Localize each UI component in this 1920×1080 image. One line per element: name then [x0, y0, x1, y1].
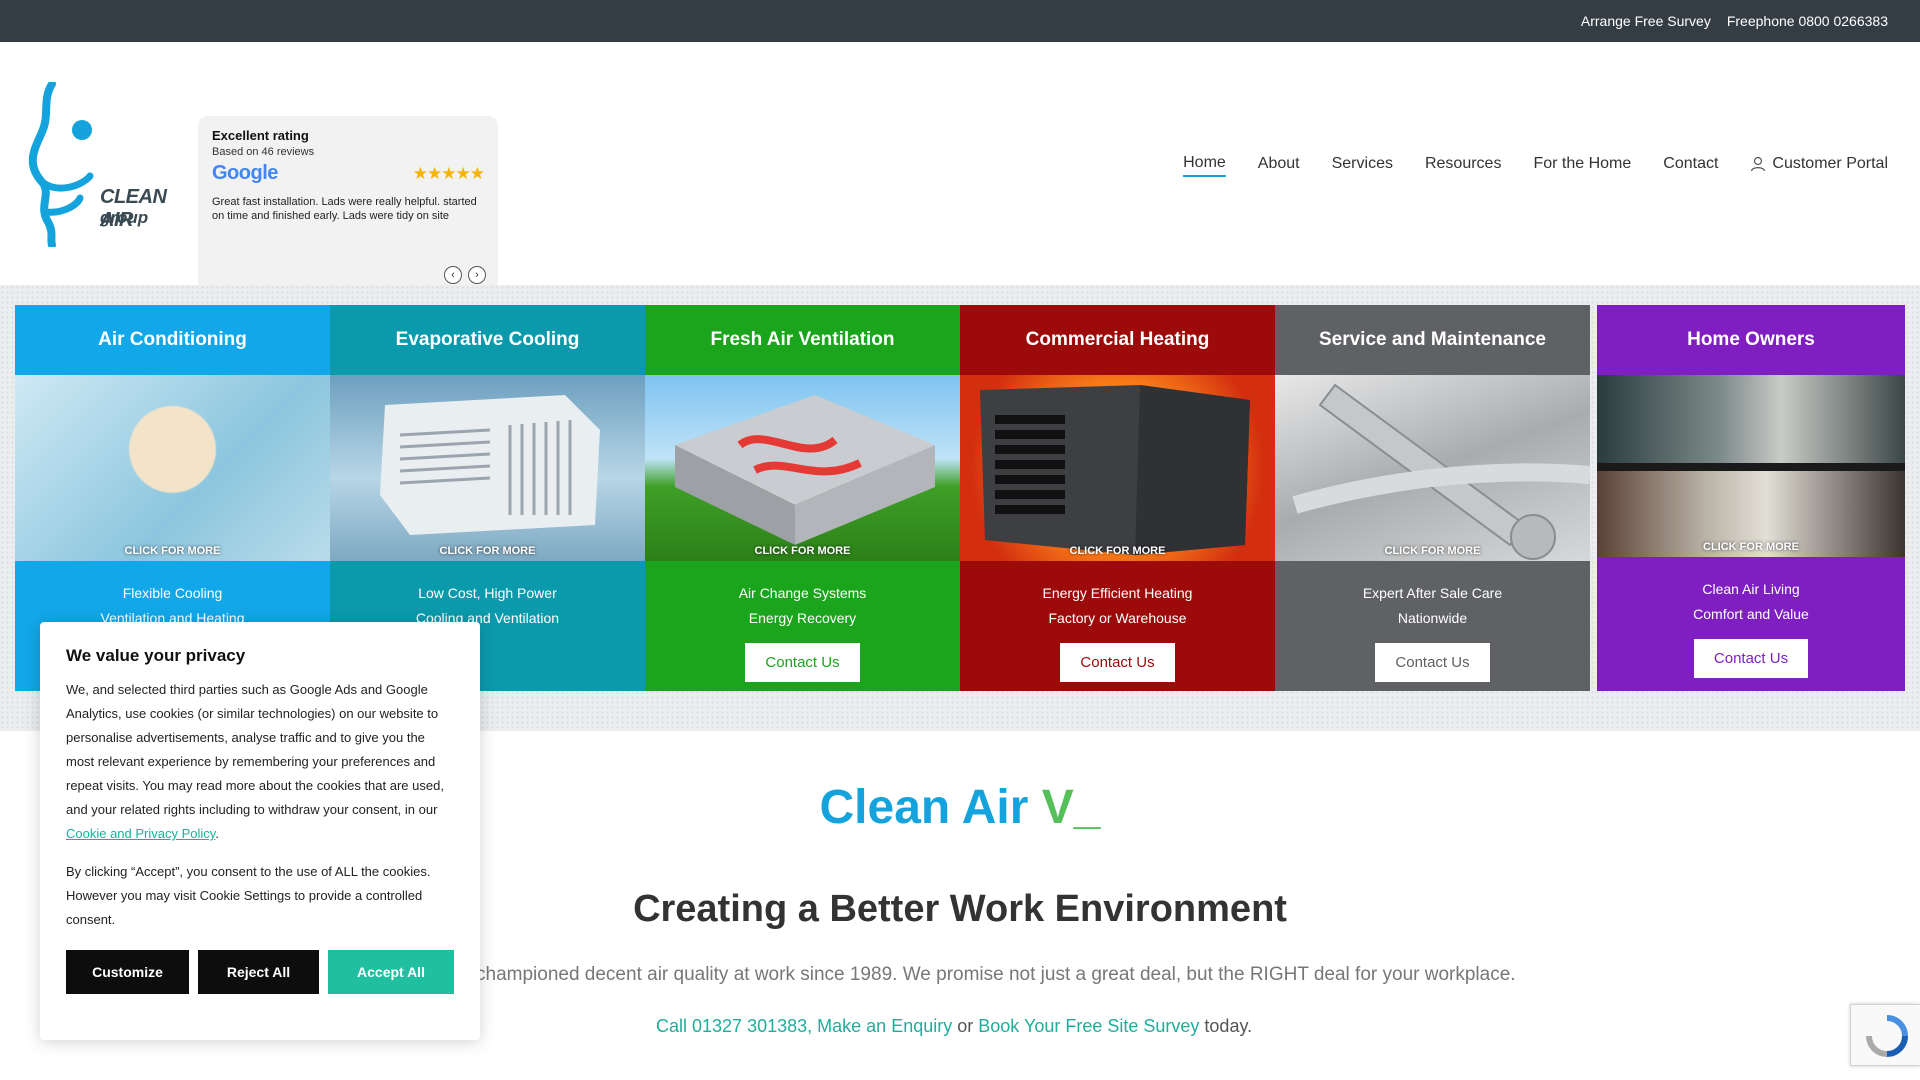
tile-title: Evaporative Cooling: [330, 305, 645, 375]
review-title: Excellent rating: [212, 128, 309, 143]
cookie-title: We value your privacy: [66, 646, 246, 665]
topbar-links: Arrange Free Survey Freephone 0800 02663…: [1581, 0, 1888, 42]
hero-title-main: Clean Air: [819, 781, 1042, 834]
tile-home-owners[interactable]: Home Owners CLICK FOR MORE Clean Air Liv…: [1597, 305, 1905, 691]
tile-commercial-heating[interactable]: Commercial Heating CLICK FOR MORE Energy…: [960, 305, 1275, 691]
click-for-more: CLICK FOR MORE: [439, 545, 536, 557]
cta-today: today.: [1204, 1016, 1253, 1036]
logo-text-group: group: [100, 208, 149, 227]
tile-line1: Expert After Sale Care: [1362, 585, 1503, 601]
tile-line2: Comfort and Value: [1693, 606, 1809, 622]
review-text: Great fast installation. Lads were reall…: [212, 196, 477, 222]
tile-line2: Energy Recovery: [748, 610, 857, 626]
contact-us-button[interactable]: Contact Us: [1060, 643, 1175, 682]
recaptcha-icon: [1866, 1015, 1908, 1057]
customize-button[interactable]: Customize: [66, 950, 189, 994]
tile-title: Air Conditioning: [15, 305, 330, 375]
review-prev-button[interactable]: ‹: [444, 266, 462, 284]
reject-all-button[interactable]: Reject All: [198, 950, 319, 994]
cooler-unit-icon: [380, 395, 600, 535]
nav-for-the-home[interactable]: For the Home: [1533, 155, 1631, 176]
tile-line1: Air Change Systems: [738, 585, 867, 601]
home-owners-image: CLICK FOR MORE: [1597, 375, 1905, 557]
nav-customer-portal[interactable]: Customer Portal: [1750, 155, 1888, 176]
cookie-consent-dialog: We value your privacy We, and selected t…: [40, 622, 480, 1040]
commercial-heater-image: CLICK FOR MORE: [960, 375, 1275, 561]
tile-fresh-air-ventilation[interactable]: Fresh Air Ventilation CLICK FOR MORE Air…: [645, 305, 960, 691]
air-conditioning-image: CLICK FOR MORE: [15, 375, 330, 561]
freephone-link[interactable]: Freephone 0800 0266383: [1727, 13, 1888, 29]
accept-all-button[interactable]: Accept All: [328, 950, 454, 994]
cookie-body-text: We, and selected third parties such as G…: [66, 682, 444, 817]
tile-line2: Factory or Warehouse: [1048, 610, 1187, 626]
ventilation-unit-image: CLICK FOR MORE: [645, 375, 960, 561]
heater-unit-icon: [980, 385, 1250, 555]
click-for-more: CLICK FOR MORE: [1069, 545, 1166, 557]
cookie-text: We, and selected third parties such as G…: [66, 682, 444, 841]
contact-us-button[interactable]: Contact Us: [1693, 639, 1809, 678]
click-for-more: CLICK FOR MORE: [124, 545, 221, 557]
contact-us-button[interactable]: Contact Us: [1375, 643, 1490, 682]
star-rating-icon: ★★★★★: [412, 163, 485, 183]
hero-title-typing: V_: [1041, 781, 1101, 834]
contact-us-button[interactable]: Contact Us: [745, 643, 860, 682]
arrange-survey-link[interactable]: Arrange Free Survey: [1581, 13, 1711, 29]
nav-home[interactable]: Home: [1183, 154, 1226, 177]
google-logo: Google: [212, 162, 278, 184]
review-count: Based on 46 reviews: [212, 146, 315, 158]
main-nav: Home About Services Resources For the Ho…: [1183, 154, 1888, 177]
call-link[interactable]: Call 01327 301383,: [656, 1016, 812, 1036]
heat-recovery-unit-icon: [675, 395, 935, 545]
tile-line1: Flexible Cooling: [122, 585, 223, 601]
tile-line1: Low Cost, High Power: [418, 585, 557, 601]
service-wrench-image: CLICK FOR MORE: [1275, 375, 1590, 561]
top-bar: Arrange Free Survey Freephone 0800 02663…: [0, 0, 1920, 42]
tile-line2: Nationwide: [1397, 610, 1468, 626]
cookie-consent-text: By clicking “Accept”, you consent to the…: [66, 864, 431, 927]
nav-services[interactable]: Services: [1332, 155, 1393, 176]
google-review-widget: Excellent rating Based on 46 reviews Goo…: [198, 116, 498, 294]
tile-title: Home Owners: [1597, 305, 1905, 375]
nav-about[interactable]: About: [1258, 155, 1300, 176]
recaptcha-badge[interactable]: [1850, 1004, 1920, 1066]
tile-title: Fresh Air Ventilation: [645, 305, 960, 375]
user-icon: [1751, 156, 1766, 172]
site-survey-link[interactable]: Book Your Free Site Survey: [978, 1016, 1199, 1036]
cta-line: Call 01327 301383, Make an Enquiry or Bo…: [656, 1016, 1252, 1037]
tile-line1: Clean Air Living: [1702, 581, 1800, 597]
enquiry-link[interactable]: Make an Enquiry: [817, 1016, 952, 1036]
evaporative-cooler-image: CLICK FOR MORE: [330, 375, 645, 561]
clean-air-logo[interactable]: CLEAN AIR group: [28, 80, 178, 249]
tile-title: Commercial Heating: [960, 305, 1275, 375]
cookie-policy-link[interactable]: Cookie and Privacy Policy: [66, 826, 215, 841]
customer-portal-label: Customer Portal: [1772, 155, 1888, 172]
click-for-more: CLICK FOR MORE: [1384, 545, 1481, 557]
review-next-button[interactable]: ›: [468, 266, 486, 284]
intro-text: championed decent air quality at work si…: [476, 964, 1516, 985]
tile-line1: Energy Efficient Heating: [1042, 585, 1193, 601]
click-for-more: CLICK FOR MORE: [1703, 541, 1799, 553]
nav-resources[interactable]: Resources: [1425, 155, 1501, 176]
tile-service-maintenance[interactable]: Service and Maintenance CLICK FOR MORE E…: [1275, 305, 1590, 691]
tile-title: Service and Maintenance: [1275, 305, 1590, 375]
site-header: CLEAN AIR group Excellent rating Based o…: [0, 42, 1920, 294]
wrench-icon: [1292, 383, 1590, 560]
nav-contact[interactable]: Contact: [1663, 155, 1718, 176]
click-for-more: CLICK FOR MORE: [754, 545, 851, 557]
cta-or: or: [957, 1016, 974, 1036]
